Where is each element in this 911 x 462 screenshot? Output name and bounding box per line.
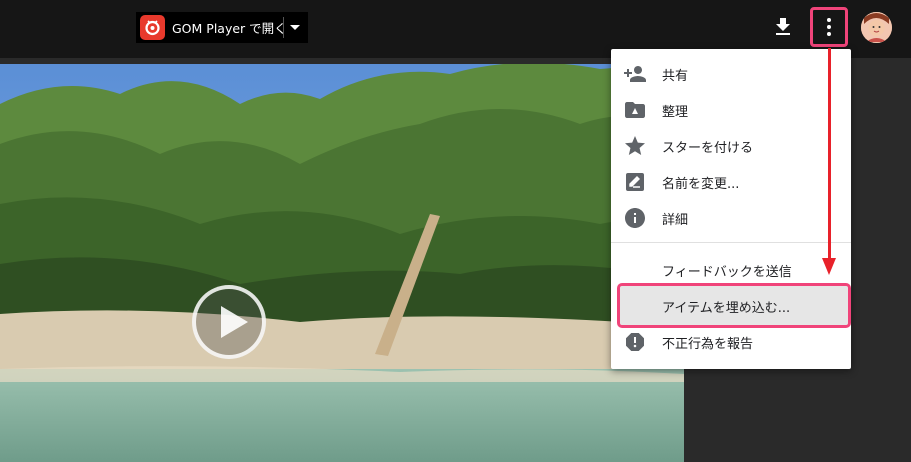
menu-item-label: スターを付ける bbox=[662, 140, 754, 156]
rename-icon bbox=[623, 170, 647, 194]
menu-item-star[interactable]: スターを付ける bbox=[611, 128, 851, 164]
report-icon bbox=[623, 330, 647, 354]
menu-item-label: フィードバックを送信 bbox=[662, 264, 792, 280]
user-avatar[interactable] bbox=[861, 12, 892, 43]
play-button[interactable] bbox=[192, 285, 266, 359]
menu-item-label: 詳細 bbox=[662, 212, 689, 228]
open-with-button[interactable]: GOM Player で開く bbox=[136, 12, 308, 43]
menu-item-details[interactable]: 詳細 bbox=[611, 200, 851, 236]
menu-item-embed[interactable]: アイテムを埋め込む... bbox=[611, 288, 851, 324]
chevron-down-icon[interactable] bbox=[290, 25, 300, 30]
annotation-arrow-line bbox=[828, 48, 831, 260]
open-with-divider bbox=[283, 17, 284, 38]
menu-item-label: 整理 bbox=[662, 104, 689, 120]
download-icon[interactable] bbox=[771, 15, 795, 39]
menu-item-label: アイテムを埋め込む... bbox=[662, 300, 791, 316]
video-frame-image bbox=[0, 64, 684, 462]
menu-item-organize[interactable]: 整理 bbox=[611, 92, 851, 128]
open-with-label: GOM Player で開く bbox=[172, 21, 287, 36]
menu-item-report-abuse[interactable]: 不正行為を報告 bbox=[611, 324, 851, 360]
info-icon bbox=[623, 206, 647, 230]
star-icon bbox=[623, 134, 647, 158]
video-preview[interactable] bbox=[0, 64, 684, 462]
folder-move-icon bbox=[623, 98, 647, 122]
menu-item-label: 名前を変更... bbox=[662, 176, 740, 192]
gom-player-logo-icon bbox=[140, 15, 165, 40]
menu-item-rename[interactable]: 名前を変更... bbox=[611, 164, 851, 200]
menu-divider bbox=[611, 242, 851, 243]
person-add-icon bbox=[623, 62, 647, 86]
menu-item-label: 共有 bbox=[662, 68, 689, 84]
play-icon bbox=[221, 306, 248, 338]
more-vert-icon[interactable] bbox=[817, 15, 841, 39]
menu-item-share[interactable]: 共有 bbox=[611, 56, 851, 92]
annotation-arrow-head bbox=[822, 258, 836, 275]
menu-item-label: 不正行為を報告 bbox=[662, 336, 754, 352]
